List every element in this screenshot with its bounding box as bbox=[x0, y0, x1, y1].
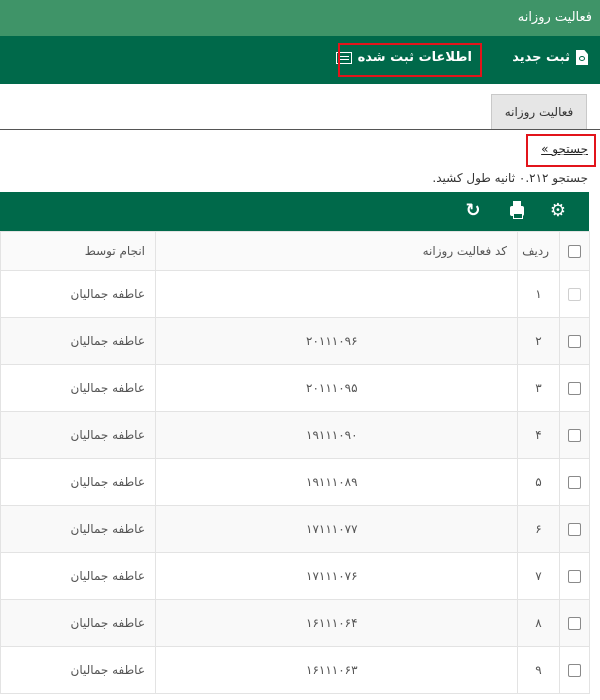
performed-by: عاطفه جمالیان bbox=[0, 646, 156, 694]
new-record-button[interactable]: ثبت جدید bbox=[512, 50, 588, 65]
column-header-row-number[interactable]: ردیف bbox=[517, 231, 560, 271]
row-number: ۳ bbox=[517, 364, 560, 412]
performed-by: عاطفه جمالیان bbox=[0, 552, 156, 600]
performed-by: عاطفه جمالیان bbox=[0, 270, 156, 318]
table-row[interactable]: ۹ ۱۶۱۱۱۰۶۳ عاطفه جمالیان bbox=[0, 646, 590, 694]
row-number: ۴ bbox=[517, 411, 560, 459]
printer-icon[interactable] bbox=[506, 200, 528, 222]
row-number: ۹ bbox=[517, 646, 560, 694]
performed-by: عاطفه جمالیان bbox=[0, 505, 156, 553]
activity-code: ۱۷۱۱۱۰۷۶ bbox=[155, 552, 518, 600]
activity-code: ۱۶۱۱۱۰۶۴ bbox=[155, 599, 518, 647]
row-checkbox[interactable] bbox=[559, 552, 590, 600]
row-number: ۷ bbox=[517, 552, 560, 600]
main-toolbar: ثبت جدید اطلاعات ثبت شده bbox=[0, 36, 600, 84]
table-row[interactable]: ۵ ۱۹۱۱۱۰۸۹ عاطفه جمالیان bbox=[0, 458, 590, 506]
tab-bar: فعالیت روزانه bbox=[0, 84, 600, 130]
gear-icon[interactable]: ⚙ bbox=[547, 200, 569, 222]
table-row[interactable]: ۳ ۲۰۱۱۱۰۹۵ عاطفه جمالیان bbox=[0, 364, 590, 412]
search-time-text: جستجو ۰.۲۱۲ ثانیه طول کشید. bbox=[432, 171, 588, 185]
tab-daily-activity[interactable]: فعالیت روزانه bbox=[491, 94, 587, 129]
activity-code: ۱۹۱۱۱۰۸۹ bbox=[155, 458, 518, 506]
highlight-box-registered bbox=[338, 43, 482, 77]
row-checkbox[interactable] bbox=[559, 505, 590, 553]
row-checkbox[interactable] bbox=[559, 411, 590, 459]
new-document-icon bbox=[576, 50, 588, 65]
table-row[interactable]: ۴ ۱۹۱۱۱۰۹۰ عاطفه جمالیان bbox=[0, 411, 590, 459]
window-titlebar: فعالیت روزانه bbox=[0, 0, 600, 36]
row-checkbox[interactable] bbox=[559, 599, 590, 647]
performed-by: عاطفه جمالیان bbox=[0, 411, 156, 459]
table-row[interactable]: ۱ عاطفه جمالیان bbox=[0, 270, 590, 318]
column-header-code[interactable]: کد فعالیت روزانه bbox=[155, 231, 518, 271]
table-row[interactable]: ۷ ۱۷۱۱۱۰۷۶ عاطفه جمالیان bbox=[0, 552, 590, 600]
daily-activity-table: ردیف کد فعالیت روزانه انجام توسط ۱ عاطفه … bbox=[0, 231, 590, 694]
row-number: ۸ bbox=[517, 599, 560, 647]
table-row[interactable]: ۶ ۱۷۱۱۱۰۷۷ عاطفه جمالیان bbox=[0, 505, 590, 553]
grid-toolbar: ⚙ ↻ bbox=[0, 192, 589, 231]
new-record-label: ثبت جدید bbox=[512, 50, 570, 65]
activity-code: ۲۰۱۱۱۰۹۶ bbox=[155, 317, 518, 365]
select-all-checkbox[interactable] bbox=[559, 231, 590, 271]
window-title: فعالیت روزانه bbox=[517, 10, 592, 25]
row-checkbox[interactable] bbox=[559, 458, 590, 506]
activity-code bbox=[155, 270, 518, 318]
refresh-icon[interactable]: ↻ bbox=[462, 200, 484, 222]
performed-by: عاطفه جمالیان bbox=[0, 364, 156, 412]
row-number: ۲ bbox=[517, 317, 560, 365]
row-number: ۵ bbox=[517, 458, 560, 506]
activity-code: ۲۰۱۱۱۰۹۵ bbox=[155, 364, 518, 412]
performed-by: عاطفه جمالیان bbox=[0, 458, 156, 506]
performed-by: عاطفه جمالیان bbox=[0, 317, 156, 365]
highlight-box-search bbox=[526, 134, 596, 167]
row-checkbox[interactable] bbox=[559, 270, 590, 318]
row-number: ۱ bbox=[517, 270, 560, 318]
row-checkbox[interactable] bbox=[559, 364, 590, 412]
activity-code: ۱۷۱۱۱۰۷۷ bbox=[155, 505, 518, 553]
table-row[interactable]: ۸ ۱۶۱۱۱۰۶۴ عاطفه جمالیان bbox=[0, 599, 590, 647]
table-header-row: ردیف کد فعالیت روزانه انجام توسط bbox=[0, 231, 590, 271]
row-checkbox[interactable] bbox=[559, 646, 590, 694]
performed-by: عاطفه جمالیان bbox=[0, 599, 156, 647]
row-checkbox[interactable] bbox=[559, 317, 590, 365]
activity-code: ۱۶۱۱۱۰۶۳ bbox=[155, 646, 518, 694]
column-header-performed-by[interactable]: انجام توسط bbox=[0, 231, 156, 271]
row-number: ۶ bbox=[517, 505, 560, 553]
table-row[interactable]: ۲ ۲۰۱۱۱۰۹۶ عاطفه جمالیان bbox=[0, 317, 590, 365]
activity-code: ۱۹۱۱۱۰۹۰ bbox=[155, 411, 518, 459]
